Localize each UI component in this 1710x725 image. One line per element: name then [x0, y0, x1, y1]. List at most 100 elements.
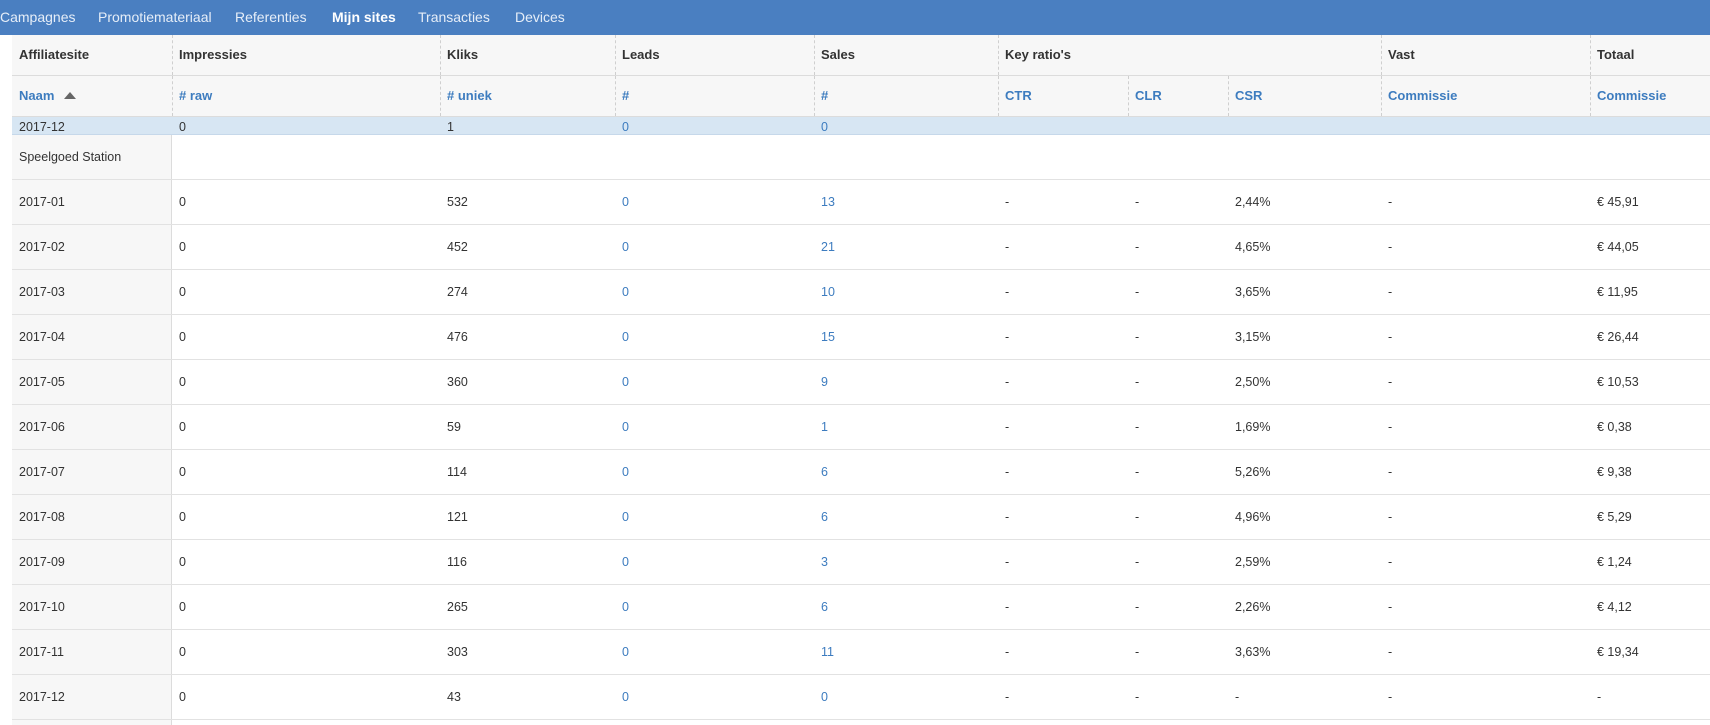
- cell-leads-count[interactable]: 0: [615, 495, 629, 539]
- nav-item-mijn-sites[interactable]: Mijn sites: [332, 0, 396, 35]
- cell-naam: 2017-07: [19, 465, 65, 479]
- table-row[interactable]: 2017-01 0 532 0 13 - - 2,44% - € 45,91: [12, 180, 1710, 225]
- sort-header-csr[interactable]: CSR: [1228, 76, 1262, 116]
- cell-impressies-raw: 0: [179, 645, 186, 659]
- table-row[interactable]: 2017-03 0 274 0 10 - - 3,65% - € 11,95: [12, 270, 1710, 315]
- cell-csr: 1,69%: [1235, 420, 1271, 434]
- sort-header-label: # raw: [179, 88, 213, 103]
- cell-totaal-commissie: € 11,95: [1597, 285, 1638, 299]
- cell-sales-count[interactable]: 10: [814, 270, 835, 314]
- cell-sales-count[interactable]: 15: [814, 315, 835, 359]
- cell-sales-count[interactable]: 13: [814, 180, 835, 224]
- table-row[interactable]: 2017-02 0 452 0 21 - - 4,65% - € 44,05: [12, 225, 1710, 270]
- sort-header-leads-count[interactable]: #: [615, 76, 629, 116]
- cell-csr: 2,44%: [1235, 195, 1271, 209]
- cell-vast-commissie: -: [1388, 555, 1393, 569]
- nav-item-referenties[interactable]: Referenties: [235, 0, 307, 35]
- header-separator: [814, 76, 815, 116]
- table-row[interactable]: 2017-04 0 476 0 15 - - 3,15% - € 26,44: [12, 315, 1710, 360]
- cell-clr: -: [1135, 555, 1140, 569]
- cell-naam: 2017-06: [19, 420, 65, 434]
- cell-clr: -: [1135, 330, 1140, 344]
- cell-sales-count[interactable]: 6: [814, 450, 828, 494]
- cell-ctr: -: [1005, 690, 1010, 704]
- table-row[interactable]: 2017-08 0 121 0 6 - - 4,96% - € 5,29: [12, 495, 1710, 540]
- sort-header-naam[interactable]: Naam: [12, 76, 77, 116]
- cell-leads-count[interactable]: 0: [615, 630, 629, 674]
- cell-vast-commissie: -: [1388, 600, 1393, 614]
- cell-csr: 3,15%: [1235, 330, 1271, 344]
- cell-leads-count[interactable]: 0: [615, 450, 629, 494]
- cell-impressies-raw: 0: [179, 330, 186, 344]
- cell-leads-count[interactable]: 0: [615, 405, 629, 449]
- header-separator: [1228, 76, 1229, 116]
- nav-item-devices[interactable]: Devices: [515, 0, 565, 35]
- header-separator: [1590, 35, 1591, 75]
- sort-header-kliks-uniek[interactable]: # uniek: [440, 76, 492, 116]
- nav-item-campagnes[interactable]: Campagnes: [0, 0, 76, 35]
- nav-item-transacties[interactable]: Transacties: [418, 0, 490, 35]
- cell-kliks-uniek: 476: [447, 330, 468, 344]
- selected-row-partial[interactable]: 2017-12 0 1 0 0: [12, 117, 1710, 135]
- cell-clr: -: [1135, 240, 1140, 254]
- sort-header-label: CTR: [1005, 88, 1032, 103]
- cell-totaal-commissie: € 4,12: [1597, 600, 1632, 614]
- cell-leads-count[interactable]: 0: [615, 360, 629, 404]
- sort-header-label: CSR: [1235, 88, 1263, 103]
- sort-header-impressies-raw[interactable]: # raw: [172, 76, 212, 116]
- cell-sales-count[interactable]: 0: [814, 117, 828, 134]
- cell-impressies-raw: 0: [179, 465, 186, 479]
- table-row[interactable]: 2017-11 0 303 0 11 - - 3,63% - € 19,34: [12, 630, 1710, 675]
- cell-vast-commissie: -: [1388, 465, 1393, 479]
- cell-sales-count[interactable]: 9: [814, 360, 828, 404]
- cell-csr: 4,96%: [1235, 510, 1271, 524]
- cell-leads-count[interactable]: 0: [615, 270, 629, 314]
- cell-leads-count[interactable]: 0: [615, 675, 629, 719]
- sort-header-ctr[interactable]: CTR: [998, 76, 1032, 116]
- cell-sales-count[interactable]: 0: [814, 675, 828, 719]
- cell-leads-count[interactable]: 0: [615, 585, 629, 629]
- cell-sales-count[interactable]: 6: [814, 585, 828, 629]
- table-row[interactable]: 2017-06 0 59 0 1 - - 1,69% - € 0,38: [12, 405, 1710, 450]
- header-separator: [1381, 76, 1382, 116]
- sort-header-sales-count[interactable]: #: [814, 76, 828, 116]
- cell-kliks-uniek: 303: [447, 645, 468, 659]
- cell-leads-count[interactable]: 0: [615, 315, 629, 359]
- header-sales: Sales: [821, 47, 855, 62]
- cell-leads-count[interactable]: 0: [615, 180, 629, 224]
- cell-totaal-commissie: -: [1597, 690, 1602, 704]
- sort-header-totaal-commissie[interactable]: Commissie: [1590, 76, 1666, 116]
- sort-header-clr[interactable]: CLR: [1128, 76, 1162, 116]
- cell-naam: 2017-01: [19, 195, 65, 209]
- cell-leads-count[interactable]: 0: [615, 540, 629, 584]
- table-row[interactable]: 2017-05 0 360 0 9 - - 2,50% - € 10,53: [12, 360, 1710, 405]
- table-row[interactable]: 2017-07 0 114 0 6 - - 5,26% - € 9,38: [12, 450, 1710, 495]
- affiliate-site-name: Speelgoed Station: [19, 150, 122, 164]
- header-separator: [615, 35, 616, 75]
- cell-sales-count[interactable]: 1: [814, 405, 828, 449]
- cell-sales-count[interactable]: 11: [814, 630, 834, 674]
- header-vast: Vast: [1388, 47, 1415, 62]
- sort-ascending-icon: [64, 92, 77, 100]
- header-key-ratios: Key ratio's: [1005, 47, 1071, 62]
- table-row[interactable]: 2017-12 0 43 0 0 - - - - -: [12, 675, 1710, 720]
- cell-leads-count[interactable]: 0: [615, 117, 629, 134]
- cell-clr: -: [1135, 645, 1140, 659]
- table-row[interactable]: 2017-09 0 116 0 3 - - 2,59% - € 1,24: [12, 540, 1710, 585]
- header-impressies: Impressies: [179, 47, 247, 62]
- table-row[interactable]: 2017-10 0 265 0 6 - - 2,26% - € 4,12: [12, 585, 1710, 630]
- cell-impressies-raw: 0: [179, 690, 186, 704]
- cell-impressies-raw: 0: [179, 600, 186, 614]
- cell-sales-count[interactable]: 6: [814, 495, 828, 539]
- sort-header-vast-commissie[interactable]: Commissie: [1381, 76, 1457, 116]
- cell-leads-count[interactable]: 0: [615, 225, 629, 269]
- cell-impressies-raw: 0: [179, 120, 186, 134]
- nav-item-promotiemateriaal[interactable]: Promotiemateriaal: [98, 0, 212, 35]
- cell-sales-count[interactable]: 21: [814, 225, 835, 269]
- header-separator: [1381, 35, 1382, 75]
- cell-clr: -: [1135, 375, 1140, 389]
- cell-sales-count[interactable]: 3: [814, 540, 828, 584]
- cell-totaal-commissie: € 9,38: [1597, 465, 1632, 479]
- header-totaal: Totaal: [1597, 47, 1635, 62]
- cell-ctr: -: [1005, 195, 1010, 209]
